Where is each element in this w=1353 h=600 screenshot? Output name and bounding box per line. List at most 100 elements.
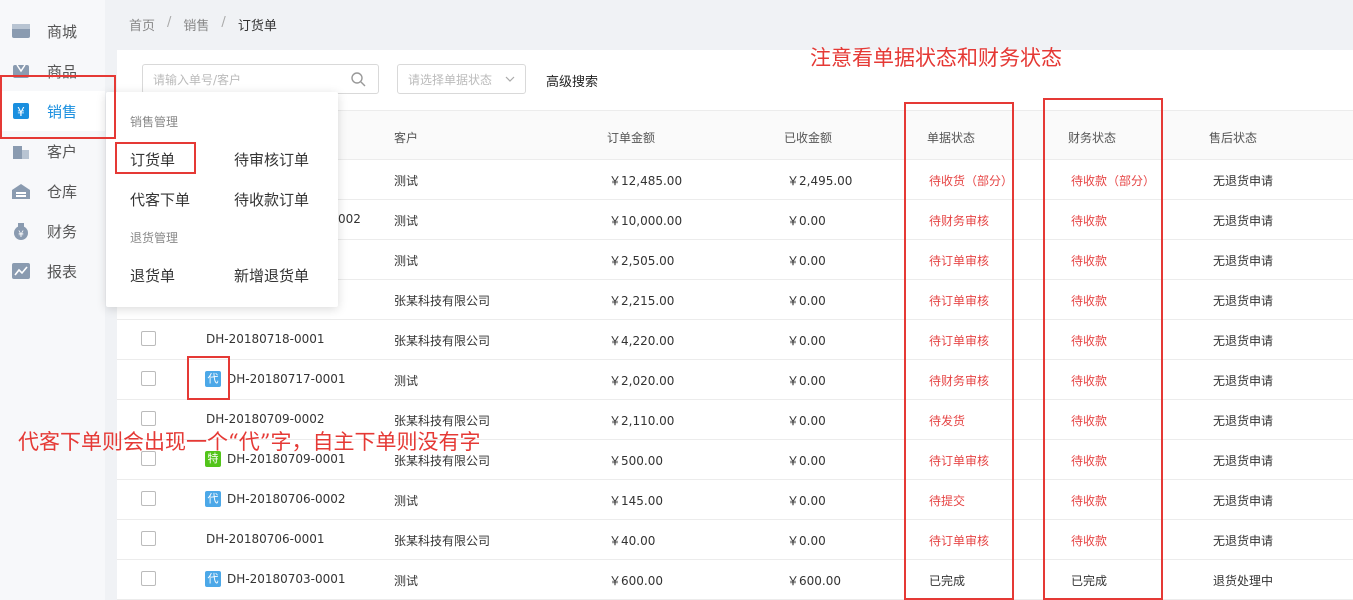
customer-cell: 测试 (394, 174, 419, 188)
annotation-proxy-note: 代客下单则会出现一个“代”字，自主下单则没有字 (18, 430, 481, 454)
sidebar-item-store[interactable]: 商城 (0, 11, 105, 51)
amount-cell: ￥2,110.00 (609, 414, 675, 428)
column-header-received: 已收金额 (784, 131, 833, 145)
order-number[interactable]: DH-20180718-0001 (206, 332, 325, 346)
breadcrumb-separator: / (221, 15, 226, 30)
advanced-search-button[interactable]: 高级搜索 (546, 71, 598, 90)
breadcrumb: 首页 / 销售 / 订货单 (129, 15, 277, 34)
amount-cell: ￥40.00 (609, 534, 656, 548)
customer-cell: 测试 (394, 574, 419, 588)
order-number[interactable]: DH-20180706-0002 (227, 492, 346, 506)
column-header-after-sale: 售后状态 (1209, 131, 1258, 145)
column-header-amount: 订单金额 (607, 131, 656, 145)
amount-cell: ￥145.00 (609, 494, 663, 508)
amount-cell: ￥12,485.00 (609, 174, 683, 188)
table-row[interactable]: DH-20180718-0001 张某科技有限公司 ￥4,220.00 ￥0.00 待订… (117, 320, 1353, 360)
breadcrumb-sales[interactable]: 销售 (183, 15, 209, 34)
menu-item-return[interactable]: 退货单 (130, 265, 175, 286)
menu-item-pending-review[interactable]: 待审核订单 (234, 149, 309, 170)
received-cell: ￥0.00 (787, 454, 826, 468)
breadcrumb-current: 订货单 (237, 19, 277, 34)
proxy-order-tag: 代 (205, 571, 221, 587)
after-sale-cell: 无退货申请 (1213, 174, 1274, 188)
menu-item-pending-payment[interactable]: 待收款订单 (234, 189, 309, 210)
amount-cell: ￥500.00 (609, 454, 663, 468)
annotation-box-doc-status (904, 102, 1014, 600)
order-number[interactable]: DH-20180703-0001 (227, 572, 346, 586)
after-sale-cell: 无退货申请 (1213, 414, 1274, 428)
column-header-customer: 客户 (394, 131, 419, 145)
amount-cell: ￥2,020.00 (609, 374, 675, 388)
customer-cell: 张某科技有限公司 (394, 294, 491, 308)
chart-icon (12, 263, 30, 279)
search-placeholder: 请输入单号/客户 (153, 72, 242, 87)
received-cell: ￥2,495.00 (787, 174, 853, 188)
after-sale-cell: 无退货申请 (1213, 254, 1274, 268)
breadcrumb-separator: / (167, 15, 172, 30)
sidebar-item-label: 商城 (47, 23, 78, 41)
menu-item-add-return[interactable]: 新增退货单 (234, 265, 309, 286)
amount-cell: ￥10,000.00 (609, 214, 683, 228)
received-cell: ￥600.00 (787, 574, 841, 588)
sidebar-item-label: 财务 (47, 223, 78, 241)
customer-cell: 测试 (394, 254, 419, 268)
row-checkbox[interactable] (141, 531, 156, 546)
search-input[interactable]: 请输入单号/客户 (142, 64, 379, 94)
annotation-box-order (115, 142, 196, 174)
table-row[interactable]: DH-20180706-0001 张某科技有限公司 ￥40.00 ￥0.00 待订单审核… (117, 520, 1353, 560)
received-cell: ￥0.00 (787, 494, 826, 508)
after-sale-cell: 退货处理中 (1213, 574, 1274, 588)
after-sale-cell: 无退货申请 (1213, 374, 1274, 388)
table-row[interactable]: 代 DH-20180706-0002 测试 ￥145.00 ￥0.00 待提交 待收款 无退货… (117, 480, 1353, 520)
sidebar-item-finance[interactable]: ¥ 财务 (0, 211, 105, 251)
annotation-box-proxy-tag (187, 356, 230, 400)
chevron-down-icon (505, 76, 515, 82)
row-checkbox[interactable] (141, 571, 156, 586)
amount-cell: ￥2,505.00 (609, 254, 675, 268)
menu-item-proxy-order[interactable]: 代客下单 (130, 189, 190, 210)
menu-group-sales-mgmt: 销售管理 (130, 115, 179, 129)
status-select[interactable]: 请选择单据状态 (397, 64, 526, 94)
order-number[interactable]: DH-20180717-0001 (227, 372, 346, 386)
received-cell: ￥0.00 (787, 414, 826, 428)
annotation-box-sales (0, 75, 116, 139)
amount-cell: ￥4,220.00 (609, 334, 675, 348)
breadcrumb-home[interactable]: 首页 (129, 15, 155, 34)
order-number[interactable]: DH-20180709-0002 (206, 412, 325, 426)
annotation-status-note: 注意看单据状态和财务状态 (810, 46, 1062, 70)
proxy-order-tag: 代 (205, 491, 221, 507)
order-number[interactable]: 002 (338, 212, 361, 226)
sidebar-item-warehouse[interactable]: 仓库 (0, 171, 105, 211)
sidebar-item-label: 报表 (47, 263, 78, 281)
sidebar-item-report[interactable]: 报表 (0, 251, 105, 291)
row-checkbox[interactable] (141, 411, 156, 426)
sales-dropdown-menu: 销售管理 订货单 待审核订单 代客下单 待收款订单 退货管理 退货单 新增退货单 (106, 92, 338, 307)
received-cell: ￥0.00 (787, 374, 826, 388)
row-checkbox[interactable] (141, 331, 156, 346)
warehouse-icon (12, 184, 30, 199)
table-row[interactable]: 代 DH-20180703-0001 测试 ￥600.00 ￥600.00 已完成 已完成退… (117, 560, 1353, 600)
menu-group-return-mgmt: 退货管理 (130, 231, 179, 245)
status-select-placeholder: 请选择单据状态 (408, 72, 493, 87)
customer-cell: 张某科技有限公司 (394, 334, 491, 348)
svg-text:¥: ¥ (18, 230, 24, 240)
received-cell: ￥0.00 (787, 534, 826, 548)
amount-cell: ￥2,215.00 (609, 294, 675, 308)
sidebar-item-label: 仓库 (47, 183, 78, 201)
received-cell: ￥0.00 (787, 214, 826, 228)
search-icon[interactable] (350, 71, 366, 87)
received-cell: ￥0.00 (787, 254, 826, 268)
received-cell: ￥0.00 (787, 334, 826, 348)
after-sale-cell: 无退货申请 (1213, 454, 1274, 468)
customer-cell: 测试 (394, 494, 419, 508)
table-row[interactable]: 代 DH-20180717-0001 测试 ￥2,020.00 ￥0.00 待财务审核 待收… (117, 360, 1353, 400)
customer-cell: 张某科技有限公司 (394, 534, 491, 548)
order-number[interactable]: DH-20180706-0001 (206, 532, 325, 546)
customer-cell: 测试 (394, 214, 419, 228)
store-icon (12, 24, 30, 38)
after-sale-cell: 无退货申请 (1213, 334, 1274, 348)
row-checkbox[interactable] (141, 371, 156, 386)
row-checkbox[interactable] (141, 491, 156, 506)
after-sale-cell: 无退货申请 (1213, 534, 1274, 548)
amount-cell: ￥600.00 (609, 574, 663, 588)
